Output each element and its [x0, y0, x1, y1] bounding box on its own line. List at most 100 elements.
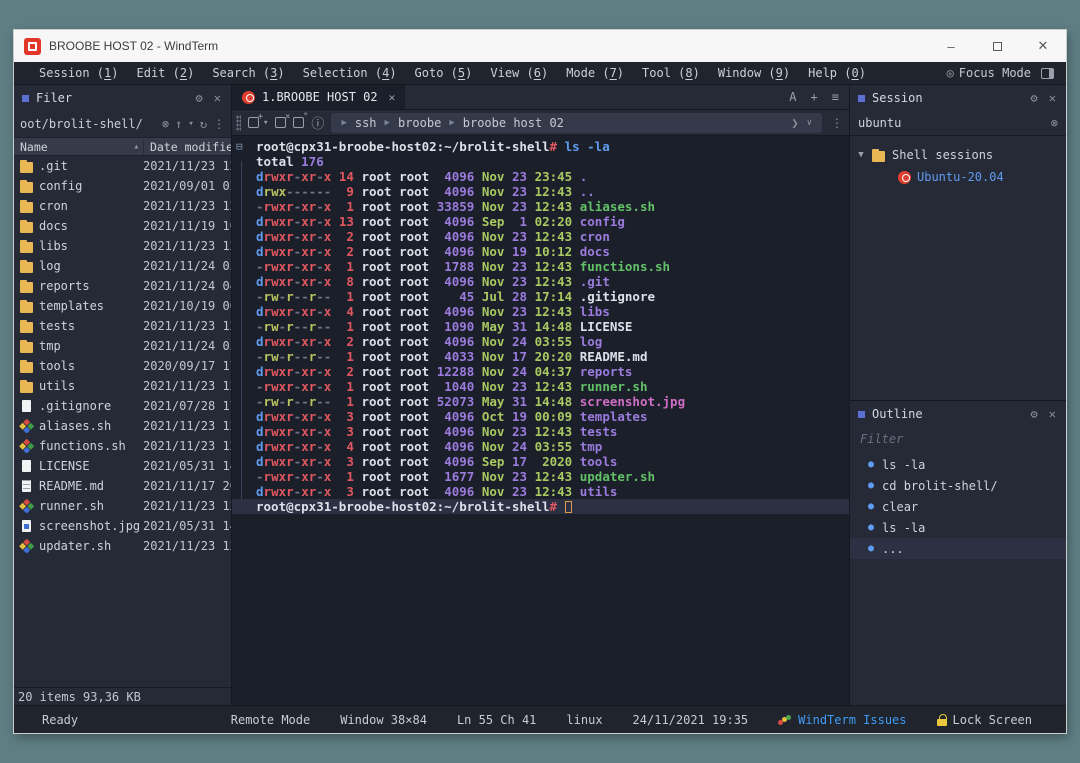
file-row-templates[interactable]: templates2021/10/19 00 [14, 296, 231, 316]
maximize-button[interactable] [974, 30, 1020, 62]
outline-item[interactable]: ●ls -la [850, 517, 1066, 538]
file-row-README.md[interactable]: README.md2021/11/17 20 [14, 476, 231, 496]
tree-item-shell-sessions[interactable]: ▼ Shell sessions [850, 144, 1066, 166]
outline-item[interactable]: ●ls -la [850, 454, 1066, 475]
close-icon[interactable]: ✕ [212, 91, 223, 105]
filer-address-bar[interactable]: oot/brolit-shell/ ⊗ ↑ ▾ ↻ ⋮ [14, 111, 231, 137]
close-session-icon[interactable]: × [275, 117, 286, 128]
file-row-cron[interactable]: cron2021/11/23 12 [14, 196, 231, 216]
breadcrumb[interactable]: ▶ ssh ▶ broobe ▶ broobe host 02 ❯ ∨ [331, 113, 822, 133]
tab-close-icon[interactable]: ✕ [389, 91, 396, 104]
file-date: 2020/09/17 17 [143, 359, 231, 373]
filer-path[interactable]: oot/brolit-shell/ [20, 117, 156, 131]
status-window-size[interactable]: Window 38×84 [340, 713, 427, 727]
file-row-tmp[interactable]: tmp2021/11/24 03 [14, 336, 231, 356]
column-date-modified[interactable]: Date modified [143, 140, 231, 154]
file-row-tests[interactable]: tests2021/11/23 12 [14, 316, 231, 336]
folder-icon [20, 180, 34, 193]
terminal-screen[interactable]: ⊟ root@cpx31-broobe-host02:~/brolit-shel… [232, 136, 849, 705]
file-row-config[interactable]: config2021/09/01 02 [14, 176, 231, 196]
breadcrumb-host[interactable]: broobe host 02 [463, 116, 564, 130]
file-row-aliases.sh[interactable]: aliases.sh2021/11/23 12 [14, 416, 231, 436]
lock-screen-button[interactable]: Lock Screen [937, 713, 1032, 727]
file-row-updater.sh[interactable]: updater.sh2021/11/23 12 [14, 536, 231, 556]
folder-icon [20, 260, 34, 273]
file-row-LICENSE[interactable]: LICENSE2021/05/31 14 [14, 456, 231, 476]
menu-mode[interactable]: Mode (7) [557, 66, 633, 80]
menu-session[interactable]: Session (1) [30, 66, 128, 80]
session-search-input[interactable]: ubuntu ⊗ [850, 111, 1066, 136]
panel-toggle-icon[interactable] [1041, 68, 1054, 79]
status-cursor-position[interactable]: Ln 55 Ch 41 [457, 713, 536, 727]
breadcrumb-collapse-icon[interactable]: ∨ [807, 118, 812, 128]
gear-icon[interactable]: ⚙ [1029, 407, 1040, 421]
column-name[interactable]: Name ▴ [14, 140, 143, 154]
toolbar-drag-handle[interactable] [236, 115, 241, 131]
close-button[interactable]: ✕ [1020, 30, 1066, 62]
title-bar[interactable]: BROOBE HOST 02 - WindTerm – ✕ [14, 30, 1066, 62]
breadcrumb-ssh[interactable]: ssh [355, 116, 377, 130]
file-row-.git[interactable]: .git2021/11/23 12 [14, 156, 231, 176]
new-tab-icon[interactable]: + [811, 90, 818, 104]
terminal-line: drwxr-xr-x 2 root root 4096 Nov 23 12:43… [232, 229, 849, 244]
file-row-.gitignore[interactable]: .gitignore2021/07/28 17 [14, 396, 231, 416]
file-name: README.md [39, 479, 104, 493]
file-row-tools[interactable]: tools2020/09/17 17 [14, 356, 231, 376]
more-options-icon[interactable]: ⋮ [213, 117, 225, 131]
menu-help[interactable]: Help (0) [799, 66, 875, 80]
minimize-button[interactable]: – [928, 30, 974, 62]
tree-item-ubuntu[interactable]: Ubuntu-20.04 [850, 166, 1066, 188]
outline-filter-input[interactable]: Filter [850, 427, 1066, 450]
up-directory-icon[interactable]: ↑ [175, 117, 182, 131]
toolbar-overflow-icon[interactable]: ⋮ [831, 116, 843, 130]
menu-edit[interactable]: Edit (2) [128, 66, 204, 80]
outline-item-label: clear [882, 500, 918, 514]
shell-icon [19, 539, 35, 553]
menu-search[interactable]: Search (3) [203, 66, 293, 80]
refresh-icon[interactable]: ↻ [200, 117, 207, 131]
new-session-icon[interactable]: + [248, 117, 259, 128]
session-search-value[interactable]: ubuntu [858, 116, 1045, 130]
menu-window[interactable]: Window (9) [709, 66, 799, 80]
tree-expander-icon[interactable]: ▼ [856, 150, 866, 160]
outline-item[interactable]: ●cd brolit-shell/ [850, 475, 1066, 496]
file-row-screenshot.jpg[interactable]: screenshot.jpg2021/05/31 14 [14, 516, 231, 536]
menu-goto[interactable]: Goto (5) [406, 66, 482, 80]
font-size-icon[interactable]: A [789, 90, 796, 104]
status-remote-mode[interactable]: Remote Mode [231, 713, 310, 727]
menu-selection[interactable]: Selection (4) [294, 66, 406, 80]
status-datetime[interactable]: 24/11/2021 19:35 [633, 713, 749, 727]
focus-mode-button[interactable]: ◎ Focus Mode [947, 66, 1031, 80]
file-row-reports[interactable]: reports2021/11/24 04 [14, 276, 231, 296]
clear-search-icon[interactable]: ⊗ [1051, 116, 1058, 130]
gear-icon[interactable]: ⚙ [194, 91, 205, 105]
file-row-libs[interactable]: libs2021/11/23 12 [14, 236, 231, 256]
file-row-functions.sh[interactable]: functions.sh2021/11/23 12 [14, 436, 231, 456]
file-row-utils[interactable]: utils2021/11/23 12 [14, 376, 231, 396]
file-row-log[interactable]: log2021/11/24 03 [14, 256, 231, 276]
bullet-icon: ● [868, 459, 874, 470]
session-header: Session ⚙ ✕ [850, 85, 1066, 111]
tab-list-icon[interactable]: ≡ [832, 90, 839, 104]
status-os[interactable]: linux [566, 713, 602, 727]
info-icon[interactable]: ⓘ [311, 113, 324, 132]
close-icon[interactable]: ✕ [1047, 91, 1058, 105]
detach-session-icon[interactable]: ° [293, 117, 304, 128]
ubuntu-icon [242, 91, 255, 104]
windterm-issues-link[interactable]: WindTerm Issues [778, 713, 906, 727]
menu-view[interactable]: View (6) [481, 66, 557, 80]
outline-item[interactable]: ●clear [850, 496, 1066, 517]
new-session-dropdown-icon[interactable]: ▾ [263, 118, 268, 128]
tab-broobe-host-02[interactable]: 1.BROOBE HOST 02 ✕ [232, 85, 405, 109]
close-icon[interactable]: ✕ [1047, 407, 1058, 421]
file-name: tmp [39, 339, 61, 353]
breadcrumb-broobe[interactable]: broobe [398, 116, 441, 130]
clear-path-icon[interactable]: ⊗ [162, 117, 169, 131]
breadcrumb-expand-icon[interactable]: ❯ [791, 116, 798, 130]
gear-icon[interactable]: ⚙ [1029, 91, 1040, 105]
file-row-docs[interactable]: docs2021/11/19 10 [14, 216, 231, 236]
file-row-runner.sh[interactable]: runner.sh2021/11/23 12 [14, 496, 231, 516]
outline-item[interactable]: ●... [850, 538, 1066, 559]
chevron-down-icon[interactable]: ▾ [188, 119, 193, 129]
menu-tool[interactable]: Tool (8) [633, 66, 709, 80]
